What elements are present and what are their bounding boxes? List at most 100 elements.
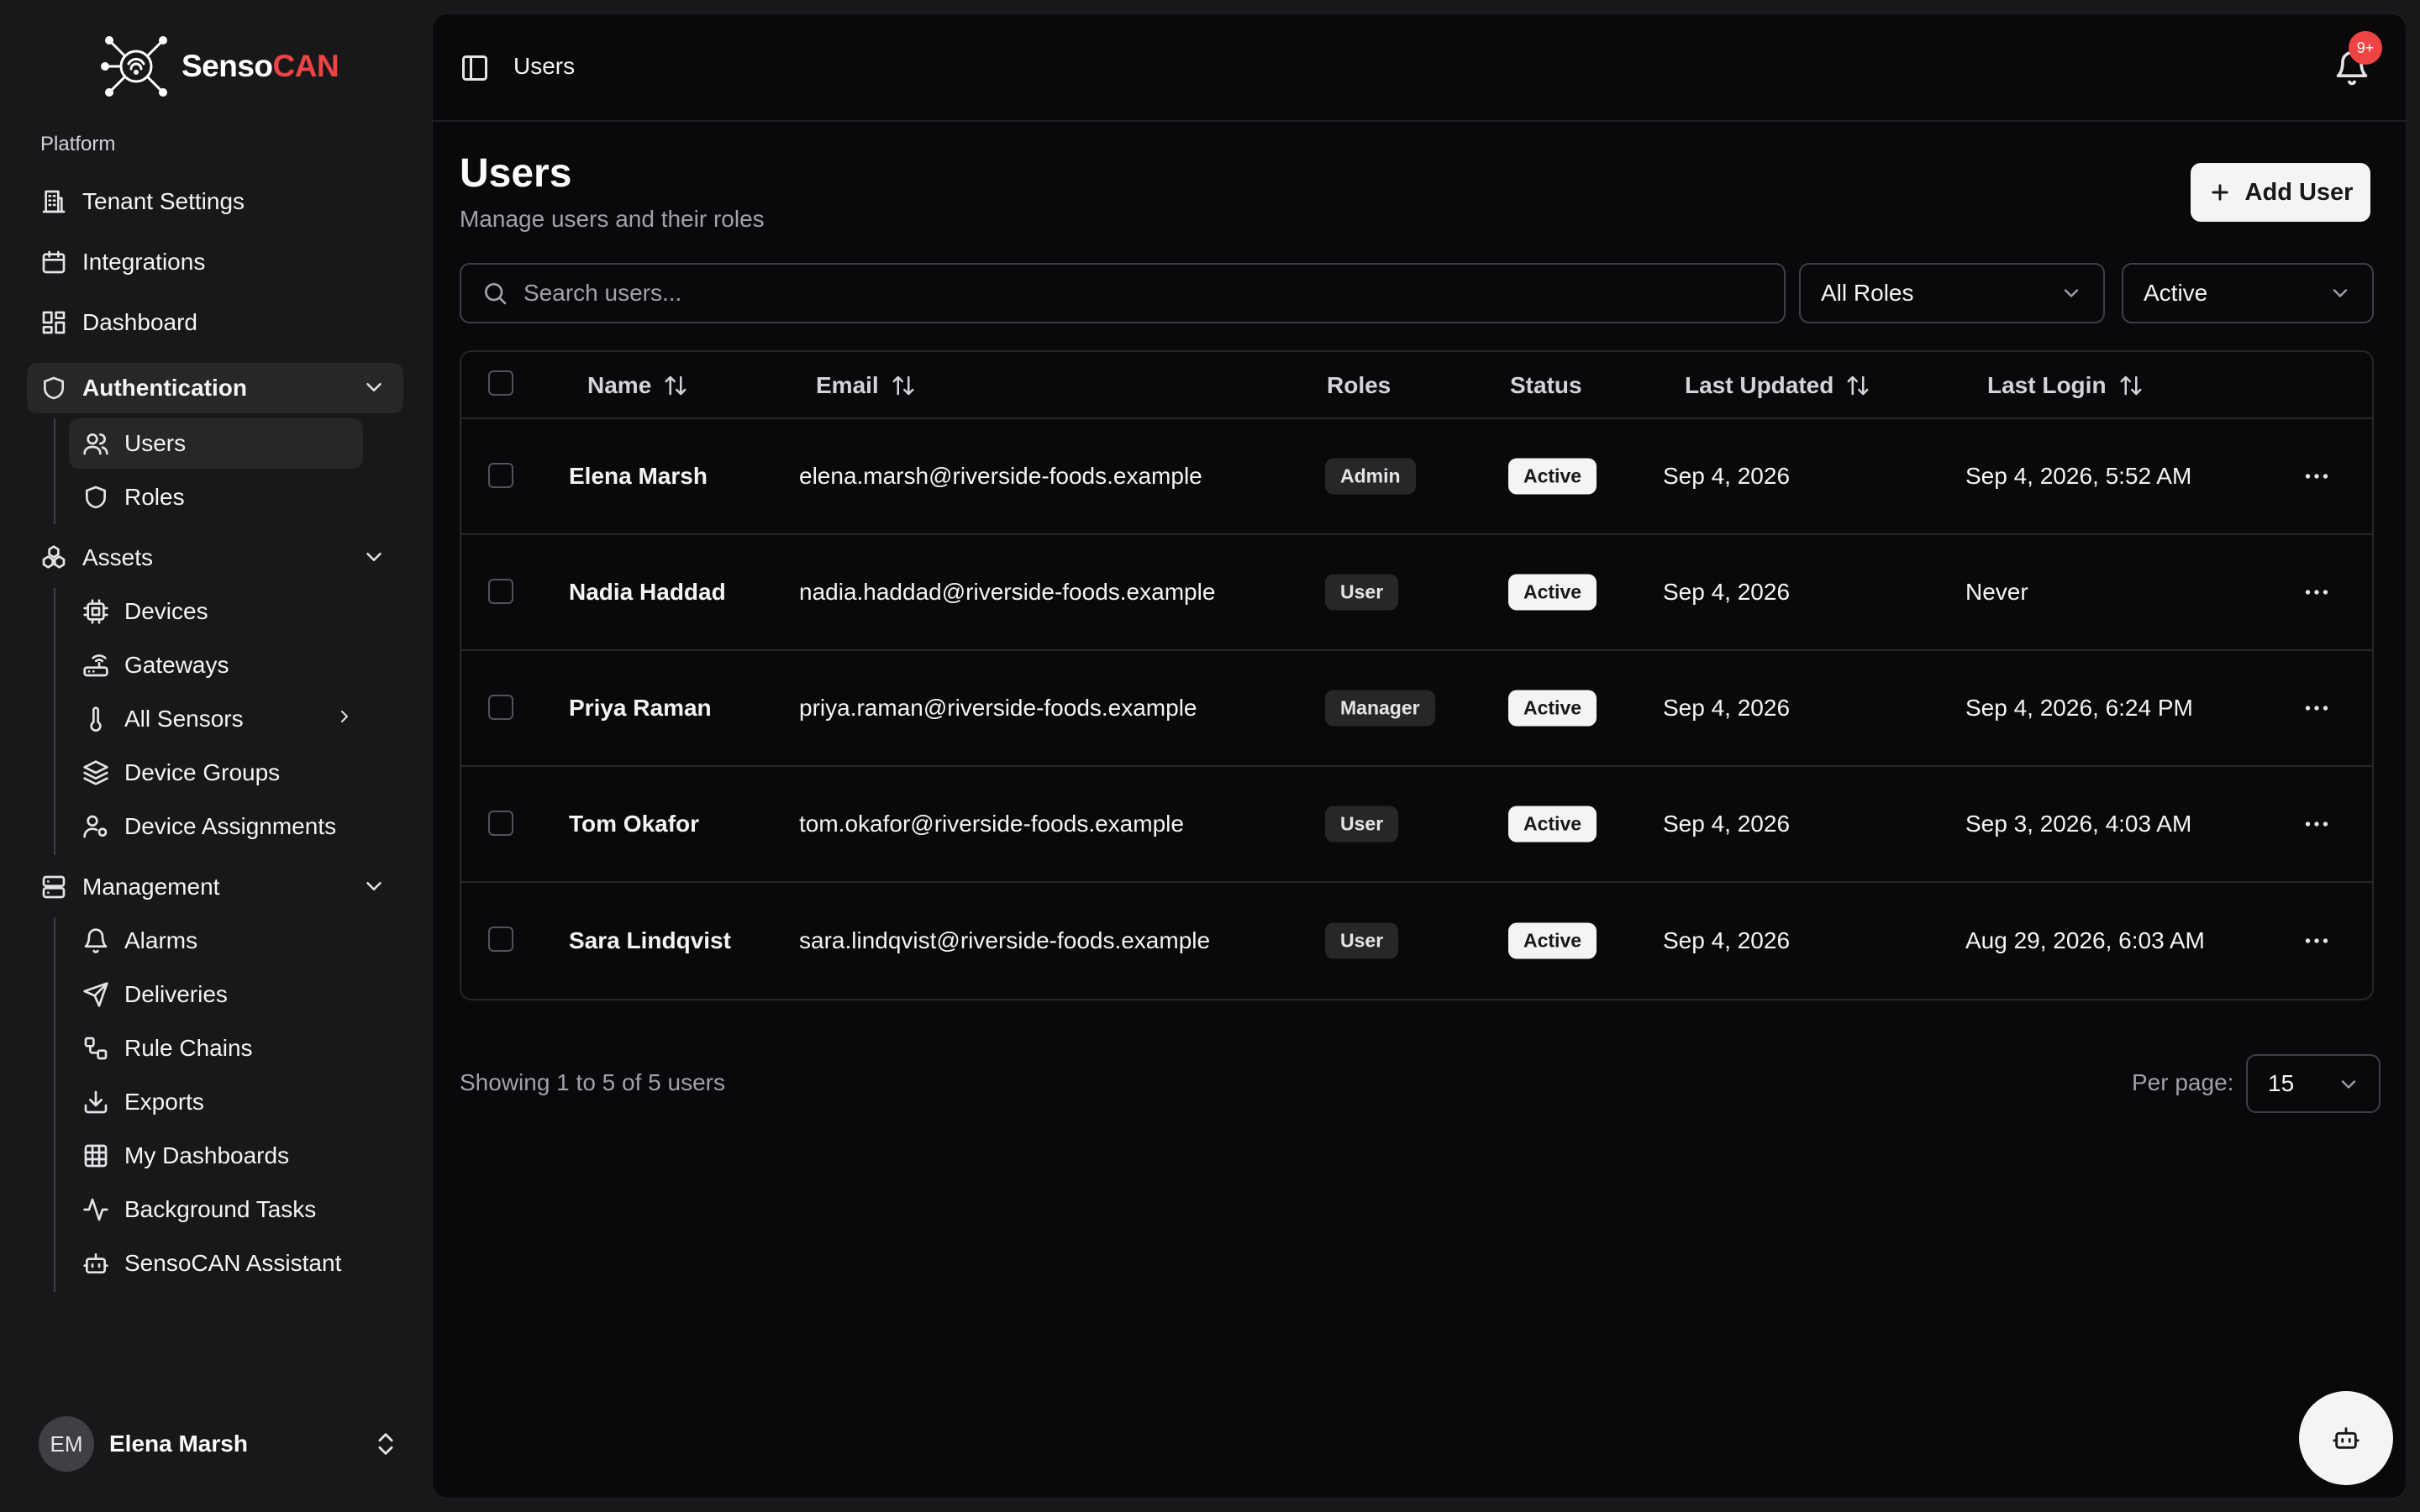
per-page-value: 15: [2268, 1070, 2295, 1096]
table-row[interactable]: Tom Okafor tom.okafor@riverside-foods.ex…: [461, 767, 2372, 883]
row-actions-button[interactable]: [2302, 461, 2332, 491]
user-menu[interactable]: EM Elena Marsh: [39, 1416, 400, 1472]
assistant-fab-button[interactable]: [2299, 1391, 2393, 1485]
sidebar-section-label: Management: [82, 874, 220, 900]
column-header-label: Email: [816, 372, 879, 398]
sidebar-item-device-assignments[interactable]: Device Assignments: [69, 801, 363, 852]
logo-icon: [101, 36, 167, 97]
sidebar-section-assets[interactable]: Assets: [27, 533, 403, 583]
row-checkbox[interactable]: [488, 463, 513, 488]
brand-name: SensoCAN: [182, 49, 339, 84]
status-filter-select[interactable]: Active: [2122, 263, 2374, 323]
sidebar-subnav-rail: [54, 917, 55, 1292]
row-actions-button[interactable]: [2302, 693, 2332, 723]
sidebar-item-label: Background Tasks: [124, 1196, 317, 1222]
sidebar-item-deliveries[interactable]: Deliveries: [69, 969, 363, 1020]
status-filter-value: Active: [2144, 280, 2208, 306]
column-header-name[interactable]: Name: [587, 372, 688, 399]
sidebar-item-label: Device Groups: [124, 759, 281, 785]
row-checkbox[interactable]: [488, 579, 513, 604]
status-badge: Active: [1508, 574, 1597, 611]
chevron-down-icon: [2060, 281, 2083, 311]
add-user-button[interactable]: Add User: [2191, 163, 2370, 222]
column-header-email[interactable]: Email: [816, 372, 916, 399]
status-badge: Active: [1508, 806, 1597, 843]
column-header-last-updated[interactable]: Last Updated: [1685, 372, 1870, 399]
sidebar-item-integrations[interactable]: Integrations: [27, 237, 403, 287]
column-header-roles: Roles: [1327, 372, 1391, 399]
last-updated-cell: Sep 4, 2026: [1663, 695, 1791, 721]
send-icon: [83, 982, 108, 1007]
bot-icon: [2333, 1427, 2360, 1449]
last-updated-cell: Sep 4, 2026: [1663, 811, 1791, 837]
sidebar-section-authentication[interactable]: Authentication: [27, 363, 403, 413]
table-row[interactable]: Nadia Haddad nadia.haddad@riverside-food…: [461, 535, 2372, 651]
row-checkbox[interactable]: [488, 811, 513, 836]
more-horizontal-icon: [2305, 706, 2328, 711]
row-checkbox[interactable]: [488, 927, 513, 952]
user-name: Elena Marsh: [109, 1431, 248, 1457]
sidebar-item-device-groups[interactable]: Device Groups: [69, 748, 363, 798]
user-email-cell: sara.lindqvist@riverside-foods.example: [799, 927, 1211, 953]
sidebar-item-alarms[interactable]: Alarms: [69, 916, 363, 966]
sidebar-item-tenant-settings[interactable]: Tenant Settings: [27, 176, 403, 227]
breadcrumb[interactable]: Users: [513, 53, 575, 80]
table-row[interactable]: Elena Marsh elena.marsh@riverside-foods.…: [461, 419, 2372, 535]
sidebar-item-exports[interactable]: Exports: [69, 1077, 363, 1127]
sidebar-section-management[interactable]: Management: [27, 862, 403, 912]
sidebar-toggle-button[interactable]: [460, 53, 490, 83]
sidebar-item-my-dashboards[interactable]: My Dashboards: [69, 1131, 363, 1181]
sidebar-item-dashboard[interactable]: Dashboard: [27, 297, 403, 348]
sidebar-item-label: SensoCAN Assistant: [124, 1250, 342, 1276]
role-badge: Manager: [1325, 690, 1435, 727]
sort-icon: [2120, 375, 2142, 396]
grid-icon: [84, 1144, 108, 1168]
page-title: Users: [460, 151, 572, 196]
avatar: EM: [39, 1416, 94, 1472]
sidebar-item-label: Tenant Settings: [82, 188, 245, 214]
table-row[interactable]: Priya Raman priya.raman@riverside-foods.…: [461, 651, 2372, 767]
column-header-last-login[interactable]: Last Login: [1987, 372, 2144, 399]
notifications-badge: 9+: [2349, 31, 2382, 65]
sort-icon: [665, 375, 687, 396]
column-header-label: Roles: [1327, 372, 1392, 398]
status-badge: Active: [1508, 690, 1597, 727]
row-actions-button[interactable]: [2302, 577, 2332, 607]
sidebar-item-gateways[interactable]: Gateways: [69, 640, 363, 690]
last-login-cell: Never: [1965, 579, 2028, 605]
more-horizontal-icon: [2305, 822, 2328, 827]
sidebar-item-rule-chains[interactable]: Rule Chains: [69, 1023, 363, 1074]
last-login-cell: Sep 3, 2026, 4:03 AM: [1965, 811, 2192, 837]
sidebar-item-background-tasks[interactable]: Background Tasks: [69, 1184, 363, 1235]
last-updated-cell: Sep 4, 2026: [1663, 579, 1791, 605]
per-page-select[interactable]: 15: [2246, 1054, 2381, 1113]
sidebar-item-devices[interactable]: Devices: [69, 586, 363, 637]
sidebar-item-sensocan-assistant[interactable]: SensoCAN Assistant: [69, 1238, 363, 1289]
router-icon: [83, 654, 108, 677]
user-name-cell: Tom Okafor: [569, 811, 700, 837]
sidebar-item-roles[interactable]: Roles: [69, 472, 363, 522]
download-icon: [84, 1090, 108, 1114]
select-all-checkbox[interactable]: [488, 370, 513, 396]
last-updated-cell: Sep 4, 2026: [1663, 927, 1791, 953]
role-badge: User: [1325, 806, 1399, 843]
user-email-cell: elena.marsh@riverside-foods.example: [799, 463, 1202, 489]
sidebar-item-label: All Sensors: [124, 706, 244, 732]
last-login-cell: Sep 4, 2026, 6:24 PM: [1965, 695, 2193, 721]
search-box[interactable]: [460, 263, 1786, 323]
row-actions-button[interactable]: [2302, 809, 2332, 839]
sidebar-item-all-sensors[interactable]: All Sensors: [69, 694, 363, 744]
building-icon: [42, 190, 66, 213]
table-row[interactable]: Sara Lindqvist sara.lindqvist@riverside-…: [461, 883, 2372, 999]
layout-grid-icon: [42, 311, 66, 334]
brand-logo[interactable]: SensoCAN: [101, 32, 339, 101]
role-filter-select[interactable]: All Roles: [1799, 263, 2105, 323]
search-input[interactable]: [523, 280, 1700, 307]
per-page-label: Per page:: [2132, 1069, 2234, 1095]
chevron-down-icon: [2328, 281, 2352, 311]
sidebar-item-users[interactable]: Users: [69, 418, 363, 469]
row-actions-button[interactable]: [2302, 926, 2332, 956]
row-checkbox[interactable]: [488, 695, 513, 720]
user-name-cell: Nadia Haddad: [569, 579, 726, 605]
workflow-icon: [84, 1037, 108, 1060]
